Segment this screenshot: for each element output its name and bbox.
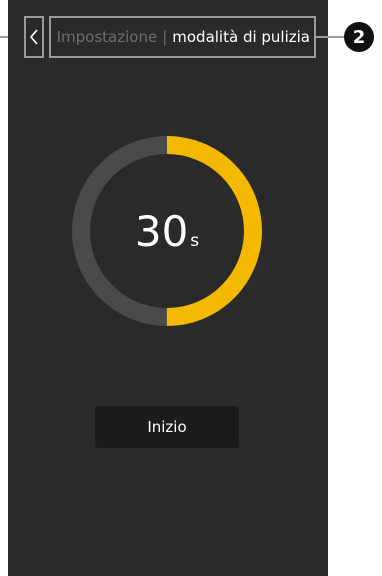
back-button[interactable] xyxy=(24,16,44,58)
breadcrumb-separator: | xyxy=(162,28,168,46)
start-button[interactable]: Inizio xyxy=(95,406,239,448)
timer-unit: s xyxy=(190,231,200,251)
callout-line-right xyxy=(316,36,344,38)
timer-seconds-value: 30 xyxy=(134,206,189,256)
page-title: modalità di pulizia xyxy=(172,28,310,46)
breadcrumb-item-impostazione[interactable]: Impostazione xyxy=(57,28,158,46)
chevron-left-icon xyxy=(29,29,38,45)
timer-display: 30 s xyxy=(70,134,264,328)
callout-number-badge: 2 xyxy=(344,22,374,52)
breadcrumb: Impostazione | modalità di pulizia xyxy=(49,16,316,58)
